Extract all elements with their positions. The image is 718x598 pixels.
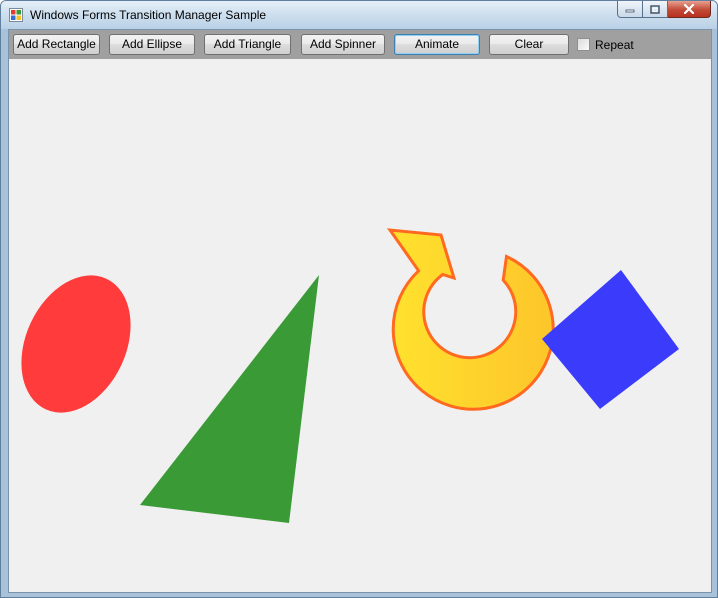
yellow-spinner-shape — [386, 228, 555, 411]
green-triangle-shape — [140, 275, 319, 523]
add-triangle-button[interactable]: Add Triangle — [204, 34, 291, 55]
blue-rectangle-shape — [542, 270, 679, 409]
client-area: Add Rectangle Add Ellipse Add Triangle A… — [8, 29, 712, 593]
add-ellipse-button[interactable]: Add Ellipse — [109, 34, 195, 55]
red-ellipse-shape — [21, 275, 131, 413]
maximize-icon — [650, 4, 660, 14]
close-icon — [683, 4, 695, 14]
animation-canvas — [9, 59, 711, 592]
toolbar: Add Rectangle Add Ellipse Add Triangle A… — [9, 30, 711, 59]
maximize-button[interactable] — [643, 1, 668, 18]
repeat-label[interactable]: Repeat — [595, 38, 634, 52]
title-bar[interactable]: Windows Forms Transition Manager Sample — [1, 1, 717, 29]
close-button[interactable] — [668, 1, 711, 18]
add-spinner-button[interactable]: Add Spinner — [301, 34, 385, 55]
caption-buttons — [617, 1, 711, 19]
add-rectangle-button[interactable]: Add Rectangle — [13, 34, 100, 55]
app-icon — [9, 8, 23, 22]
window-title: Windows Forms Transition Manager Sample — [30, 8, 267, 22]
app-window: Windows Forms Transition Manager Sample — [0, 0, 718, 598]
minimize-icon — [625, 9, 635, 13]
repeat-checkbox[interactable] — [577, 38, 590, 51]
animate-button[interactable]: Animate — [394, 34, 480, 55]
minimize-button[interactable] — [617, 1, 643, 18]
clear-button[interactable]: Clear — [489, 34, 569, 55]
